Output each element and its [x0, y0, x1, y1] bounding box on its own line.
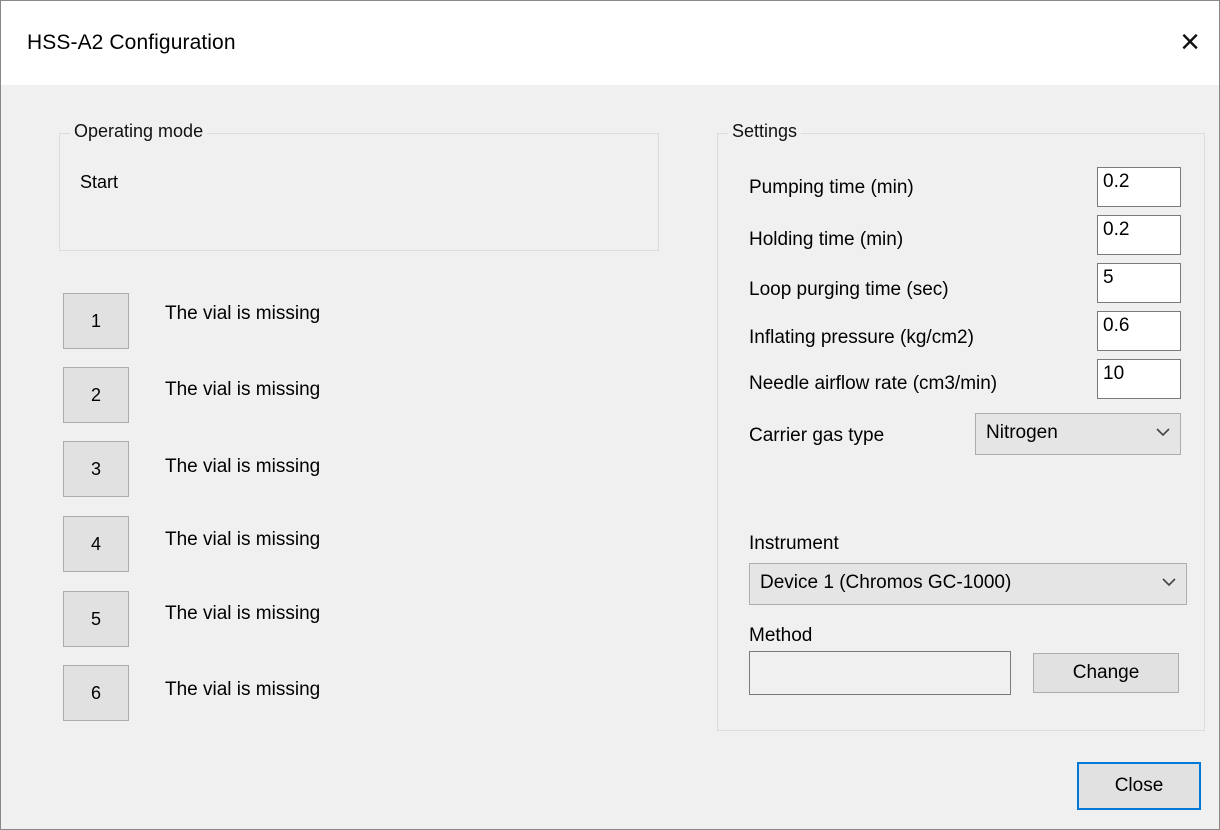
needle-airflow-rate-input[interactable]: 10	[1097, 359, 1181, 399]
holding-time-label: Holding time (min)	[749, 229, 904, 250]
vial-6-button[interactable]: 6	[63, 665, 129, 721]
vial-2-status: The vial is missing	[165, 379, 321, 400]
vial-5-status: The vial is missing	[165, 603, 321, 624]
vial-1-button[interactable]: 1	[63, 293, 129, 349]
holding-time-input[interactable]: 0.2	[1097, 215, 1181, 255]
instrument-label: Instrument	[749, 533, 839, 554]
close-button[interactable]: Close	[1077, 762, 1201, 810]
vial-4-status: The vial is missing	[165, 529, 321, 550]
needle-airflow-rate-label: Needle airflow rate (cm3/min)	[749, 373, 998, 394]
change-method-button[interactable]: Change	[1033, 653, 1179, 693]
chevron-down-icon	[1162, 578, 1176, 587]
title-bar: HSS-A2 Configuration ×	[1, 1, 1219, 85]
configuration-dialog: HSS-A2 Configuration × Operating mode St…	[0, 0, 1220, 830]
inflating-pressure-input[interactable]: 0.6	[1097, 311, 1181, 351]
loop-purging-time-input[interactable]: 5	[1097, 263, 1181, 303]
carrier-gas-label: Carrier gas type	[749, 425, 885, 446]
carrier-gas-select[interactable]: Nitrogen	[975, 413, 1181, 455]
method-field[interactable]	[749, 651, 1011, 695]
inflating-pressure-label: Inflating pressure (kg/cm2)	[749, 327, 974, 348]
vial-3-status: The vial is missing	[165, 456, 321, 477]
operating-mode-group: Operating mode Start	[59, 121, 659, 251]
close-icon[interactable]: ×	[1169, 21, 1211, 63]
loop-purging-time-label: Loop purging time (sec)	[749, 279, 949, 300]
vial-5-button[interactable]: 5	[63, 591, 129, 647]
pumping-time-input[interactable]: 0.2	[1097, 167, 1181, 207]
chevron-down-icon	[1156, 428, 1170, 437]
instrument-value: Device 1 (Chromos GC-1000)	[760, 572, 1012, 593]
operating-mode-value: Start	[80, 172, 119, 192]
carrier-gas-value: Nitrogen	[986, 422, 1058, 443]
instrument-select[interactable]: Device 1 (Chromos GC-1000)	[749, 563, 1187, 605]
pumping-time-label: Pumping time (min)	[749, 177, 914, 198]
method-label: Method	[749, 625, 813, 646]
window-title: HSS-A2 Configuration	[27, 31, 236, 54]
vial-1-status: The vial is missing	[165, 303, 321, 324]
vial-4-button[interactable]: 4	[63, 516, 129, 572]
settings-legend: Settings	[728, 121, 802, 142]
vial-3-button[interactable]: 3	[63, 441, 129, 497]
operating-mode-legend: Operating mode	[70, 121, 208, 142]
vial-2-button[interactable]: 2	[63, 367, 129, 423]
vial-6-status: The vial is missing	[165, 679, 321, 700]
